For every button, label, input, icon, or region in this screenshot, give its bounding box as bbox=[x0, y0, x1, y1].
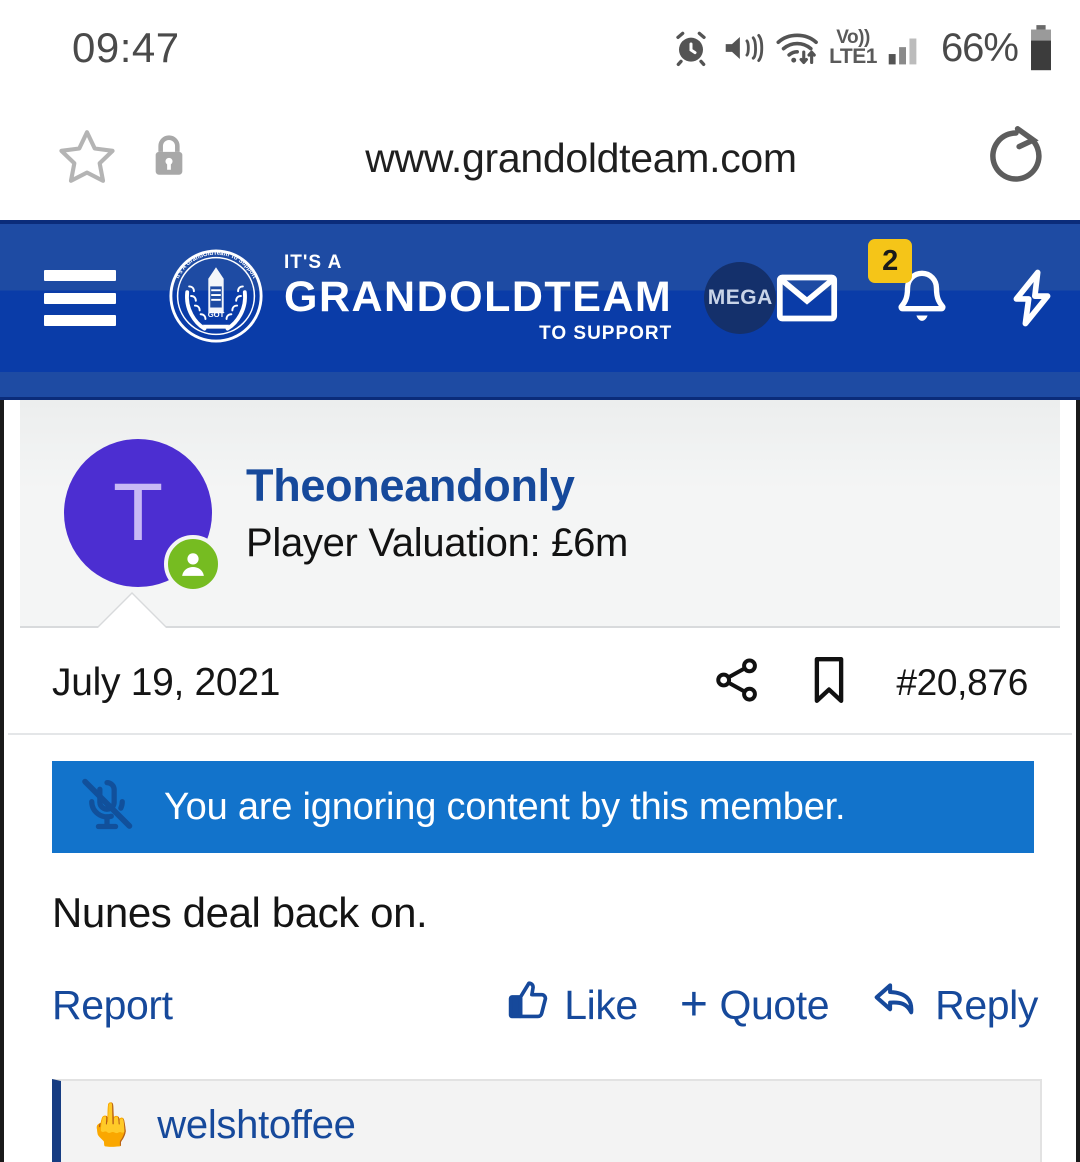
lightning-icon[interactable] bbox=[1006, 267, 1058, 329]
forum-post: T Theoneandonly Player Valuation: £6m Ju… bbox=[0, 400, 1080, 1162]
quote-button[interactable]: + Quote bbox=[679, 977, 830, 1031]
avatar[interactable]: T bbox=[64, 439, 222, 593]
alarm-icon bbox=[671, 28, 711, 68]
post-meta-row: July 19, 2021 #20,876 bbox=[8, 628, 1072, 735]
poster-user-title: Player Valuation: £6m bbox=[246, 521, 629, 566]
status-bar-icons: Vo)) LTE1 66% bbox=[671, 24, 1054, 72]
brand-name: GRANDOLDTEAM bbox=[284, 273, 673, 321]
ignore-notice-text: You are ignoring content by this member. bbox=[164, 785, 846, 828]
site-navbar-wrapper: GOT It's A GrandOldTeam To Support IT'S … bbox=[0, 220, 1080, 400]
bell-icon[interactable]: 2 bbox=[868, 239, 950, 329]
url-text[interactable]: www.grandoldteam.com bbox=[190, 135, 982, 182]
hamburger-icon[interactable] bbox=[44, 270, 116, 326]
middle-finger-emoji: 🖕 bbox=[85, 1101, 138, 1148]
reply-label: Reply bbox=[935, 981, 1038, 1028]
quoted-reply-block[interactable]: 🖕 welshtoffee bbox=[52, 1079, 1042, 1162]
brand-its-a: IT'S A bbox=[284, 252, 343, 273]
post-date[interactable]: July 19, 2021 bbox=[52, 661, 280, 705]
post-number[interactable]: #20,876 bbox=[896, 662, 1028, 704]
site-navbar: GOT It's A GrandOldTeam To Support IT'S … bbox=[0, 224, 1080, 372]
poster-info: Theoneandonly Player Valuation: £6m bbox=[246, 460, 628, 567]
reload-icon[interactable] bbox=[982, 122, 1050, 195]
mega-badge[interactable]: MEGA bbox=[704, 262, 777, 334]
ignore-notice-banner[interactable]: You are ignoring content by this member. bbox=[52, 761, 1034, 853]
bookmark-icon[interactable] bbox=[808, 654, 850, 711]
reply-arrow-icon bbox=[871, 977, 923, 1033]
post-body-text: Nunes deal back on. bbox=[52, 889, 428, 936]
browser-right-icons bbox=[982, 122, 1050, 195]
microphone-muted-icon bbox=[76, 774, 138, 841]
lock-icon[interactable] bbox=[148, 131, 190, 186]
brand-tagline: TO SUPPORT bbox=[539, 323, 673, 344]
volte-icon: Vo)) LTE1 bbox=[829, 27, 877, 69]
reply-button[interactable]: Reply bbox=[871, 977, 1038, 1033]
browser-address-bar: www.grandoldteam.com bbox=[0, 96, 1080, 220]
battery-icon bbox=[1028, 24, 1054, 72]
poster-username[interactable]: Theoneandonly bbox=[246, 460, 628, 512]
phone-screen: 09:47 Vo)) LTE1 66% www.grandoldteam.com… bbox=[0, 0, 1080, 1162]
status-bar-clock: 09:47 bbox=[72, 24, 180, 71]
like-label: Like bbox=[564, 981, 638, 1028]
battery-percent-label: 66% bbox=[940, 25, 1019, 70]
quote-label: Quote bbox=[719, 981, 830, 1028]
mail-icon[interactable] bbox=[776, 270, 838, 326]
post-user-header: T Theoneandonly Player Valuation: £6m bbox=[20, 400, 1060, 628]
online-status-badge bbox=[164, 535, 222, 593]
notification-badge: 2 bbox=[868, 239, 913, 283]
site-logo-crest[interactable]: GOT It's A GrandOldTeam To Support bbox=[168, 248, 264, 349]
svg-text:GOT: GOT bbox=[208, 310, 225, 319]
browser-left-icons bbox=[56, 125, 190, 192]
share-icon[interactable] bbox=[712, 655, 762, 710]
quoted-reply-username[interactable]: welshtoffee bbox=[157, 1103, 356, 1148]
post-action-right-group: Like + Quote Reply bbox=[506, 977, 1038, 1033]
navbar-actions: 2 bbox=[776, 239, 1080, 329]
star-icon[interactable] bbox=[56, 125, 118, 192]
post-action-row: Report Like + Quote Reply bbox=[4, 937, 1076, 1033]
status-bar: 09:47 Vo)) LTE1 66% bbox=[0, 0, 1080, 96]
header-notch bbox=[98, 594, 166, 628]
wifi-icon bbox=[775, 28, 821, 68]
brand-wordmark[interactable]: IT'S A GRANDOLDTEAM TO SUPPORT bbox=[284, 253, 672, 343]
plus-icon: + bbox=[679, 977, 708, 1031]
post-meta-actions: #20,876 bbox=[712, 654, 1028, 711]
thumbs-up-icon bbox=[506, 977, 552, 1033]
navbar-underbar bbox=[0, 372, 1080, 400]
signal-bars-icon bbox=[887, 29, 925, 67]
report-button[interactable]: Report bbox=[52, 982, 173, 1029]
mute-vibrate-icon bbox=[721, 28, 765, 68]
like-button[interactable]: Like bbox=[506, 977, 638, 1033]
